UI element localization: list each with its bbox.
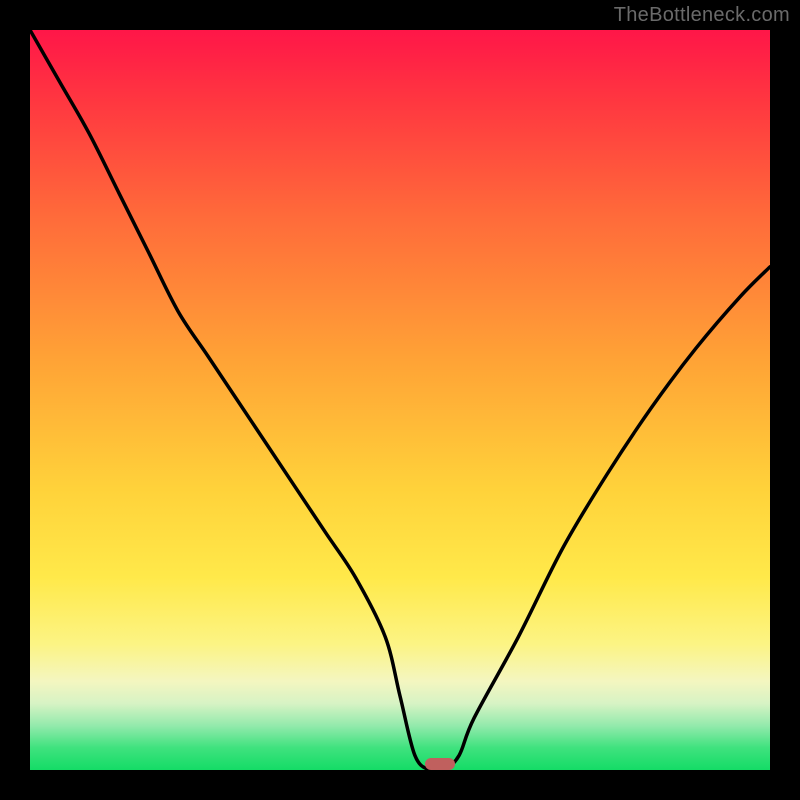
bottleneck-curve bbox=[30, 30, 770, 770]
plot-area bbox=[30, 30, 770, 770]
chart-stage: TheBottleneck.com bbox=[0, 0, 800, 800]
optimal-point-marker bbox=[425, 758, 455, 770]
watermark-text: TheBottleneck.com bbox=[614, 4, 790, 27]
